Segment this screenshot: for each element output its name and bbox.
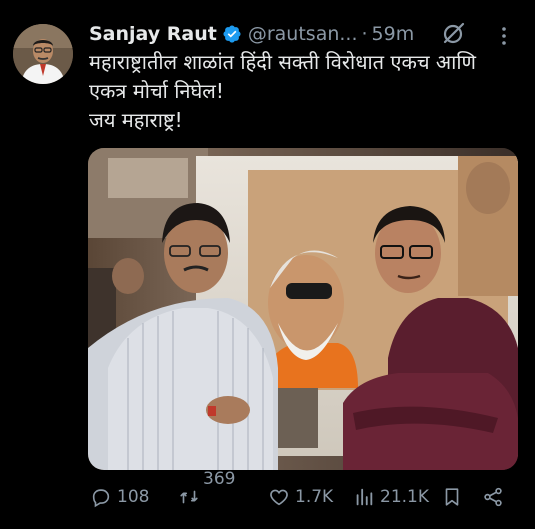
author-avatar[interactable] bbox=[13, 24, 73, 84]
tweet-time[interactable]: 59m bbox=[372, 23, 415, 45]
photo-image bbox=[88, 148, 518, 470]
share-icon bbox=[484, 487, 502, 507]
tweet-header: Sanjay Raut @rautsan... · 59m bbox=[89, 18, 414, 50]
views-count: 21.1K bbox=[380, 487, 429, 507]
tweet-line: एकत्र मोर्चा निघेल! bbox=[89, 79, 224, 103]
grok-icon[interactable] bbox=[441, 20, 467, 46]
tweet-text: महाराष्ट्रातील शाळांत हिंदी सक्ती विरोधा… bbox=[89, 48, 519, 135]
author-handle[interactable]: @rautsan... bbox=[248, 23, 358, 45]
bookmark-button[interactable] bbox=[441, 482, 463, 512]
reply-count: 108 bbox=[117, 487, 150, 507]
separator-dot: · bbox=[361, 23, 368, 45]
verified-badge-icon bbox=[223, 25, 241, 43]
views-icon bbox=[356, 488, 373, 506]
tweet-media-photo[interactable] bbox=[88, 148, 518, 470]
bookmark-icon bbox=[445, 488, 459, 506]
author-name[interactable]: Sanjay Raut bbox=[89, 23, 217, 45]
share-button[interactable] bbox=[482, 482, 504, 512]
reply-icon bbox=[92, 489, 110, 508]
heart-icon bbox=[270, 489, 288, 506]
tweet-actions: 108 369 1.7K 21.1K bbox=[88, 469, 518, 512]
avatar-photo bbox=[13, 24, 73, 84]
retweet-icon bbox=[180, 490, 198, 504]
like-button[interactable]: 1.7K bbox=[268, 482, 333, 512]
like-count: 1.7K bbox=[295, 487, 334, 507]
retweet-button[interactable] bbox=[178, 482, 200, 512]
tweet-line: जय महाराष्ट्र! bbox=[89, 108, 183, 132]
retweet-count: 369 bbox=[203, 469, 236, 489]
reply-button[interactable]: 108 bbox=[90, 482, 149, 512]
more-icon[interactable] bbox=[492, 24, 516, 48]
tweet-line: महाराष्ट्रातील शाळांत हिंदी सक्ती विरोधा… bbox=[89, 50, 476, 74]
views-button[interactable]: 21.1K bbox=[353, 482, 429, 512]
